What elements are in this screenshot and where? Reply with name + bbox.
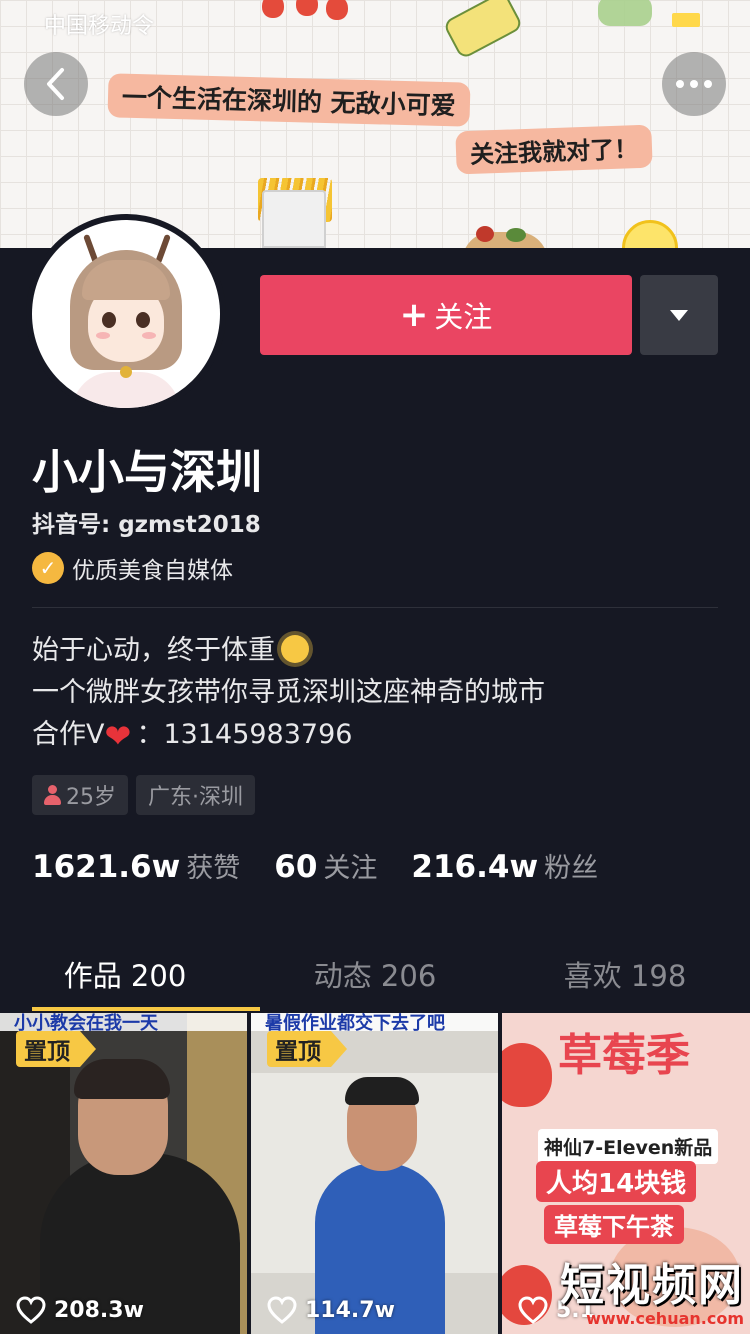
carrier-label: 中国移动令 bbox=[44, 14, 155, 39]
banner-slogan-line2: 关注我就对了！ bbox=[455, 124, 653, 175]
lemon-illustration bbox=[622, 220, 678, 248]
verification-badge: ✓ 优质美食自媒体 bbox=[32, 551, 233, 585]
profile-banner: 一个生活在深圳的 无敌小可爱 关注我就对了！ 中国移动令 bbox=[0, 0, 750, 248]
avatar-illustration bbox=[32, 220, 220, 408]
banner-slogan-line1: 一个生活在深圳的 无敌小可爱 bbox=[107, 73, 471, 127]
location-tag: 广东·深圳 bbox=[136, 775, 255, 815]
video-top-caption: 暑假作业都交下去了吧 bbox=[251, 1013, 498, 1031]
back-button[interactable] bbox=[24, 52, 88, 116]
followers-stat[interactable]: 216.4w 粉丝 bbox=[411, 846, 598, 885]
video-title: 草莓季 bbox=[558, 1030, 690, 1081]
douyin-id: 抖音号: gzmst2018 bbox=[32, 512, 261, 538]
tab-works[interactable]: 作品 200 bbox=[0, 935, 250, 1013]
more-button[interactable] bbox=[662, 52, 726, 116]
profile-name: 小小与深圳 bbox=[32, 445, 262, 499]
profile-tabs: 作品 200 动态 206 喜欢 198 bbox=[0, 935, 750, 1013]
bio-line: 始于心动，终于体重 bbox=[32, 630, 545, 672]
divider bbox=[32, 607, 718, 608]
strawberry-icon bbox=[502, 1043, 552, 1107]
likes-stat: 1621.6w 获赞 bbox=[32, 849, 241, 885]
caret-down-icon bbox=[670, 309, 688, 321]
tab-likes[interactable]: 喜欢 198 bbox=[500, 935, 750, 1013]
pinned-badge: 置顶 bbox=[267, 1031, 347, 1067]
verification-label: 优质美食自媒体 bbox=[72, 558, 233, 584]
watermark-main: 短视频网 bbox=[560, 1260, 744, 1311]
red-heart-emoji-icon: ❤ bbox=[104, 717, 132, 755]
watermark-url: www.cehuan.com bbox=[586, 1309, 744, 1328]
bio-line: 合作V❤ ：13145983796 bbox=[32, 717, 353, 755]
tab-dynamics[interactable]: 动态 206 bbox=[250, 935, 500, 1013]
pinned-badge: 置顶 bbox=[16, 1031, 96, 1067]
avatar[interactable] bbox=[26, 214, 226, 414]
chevron-left-icon bbox=[47, 68, 64, 100]
profile-tags: 25岁 广东·深圳 bbox=[32, 775, 255, 815]
verified-check-icon: ✓ bbox=[32, 552, 64, 584]
battery-icon bbox=[672, 13, 700, 27]
active-tab-indicator bbox=[32, 1007, 260, 1011]
female-person-icon bbox=[44, 785, 61, 805]
age-tag: 25岁 bbox=[32, 775, 128, 815]
status-bar: 中国移动令 bbox=[0, 0, 750, 40]
video-like-count: 208.3w bbox=[16, 1296, 144, 1324]
fries-cup-illustration bbox=[262, 190, 326, 248]
bio-line: 一个微胖女孩带你寻觅深圳这座神奇的城市 bbox=[32, 677, 545, 708]
following-stat[interactable]: 60 关注 bbox=[274, 846, 377, 885]
profile-stats: 1621.6w 获赞 60 关注 216.4w 粉丝 bbox=[32, 846, 632, 885]
site-watermark: 短视频网 www.cehuan.com bbox=[560, 1249, 744, 1328]
video-like-count: 114.7w bbox=[267, 1296, 395, 1324]
food-bowl-illustration bbox=[462, 226, 548, 248]
plus-icon: + bbox=[399, 295, 429, 335]
sun-emoji-icon bbox=[281, 635, 309, 663]
recommend-dropdown-button[interactable] bbox=[640, 275, 718, 355]
video-caption: 人均14块钱 bbox=[536, 1161, 697, 1202]
more-dots-icon bbox=[676, 80, 712, 88]
follow-button-label: 关注 bbox=[434, 300, 493, 334]
video-top-caption: 小小教会在我一天 bbox=[0, 1013, 247, 1031]
video-caption: 神仙7-Eleven新品 bbox=[538, 1129, 719, 1164]
video-caption: 草莓下午茶 bbox=[544, 1205, 684, 1244]
video-thumbnail[interactable]: 暑假作业都交下去了吧 置顶 114.7w bbox=[251, 1013, 498, 1334]
follow-button[interactable]: + 关注 bbox=[260, 275, 632, 355]
video-thumbnail[interactable]: 小小教会在我一天 置顶 208.3w bbox=[0, 1013, 247, 1334]
heart-outline-icon bbox=[16, 1296, 46, 1324]
bio: 始于心动，终于体重 一个微胖女孩带你寻觅深圳这座神奇的城市 合作V❤ ：13145… bbox=[32, 630, 545, 756]
heart-outline-icon bbox=[518, 1296, 548, 1324]
heart-outline-icon bbox=[267, 1296, 297, 1324]
